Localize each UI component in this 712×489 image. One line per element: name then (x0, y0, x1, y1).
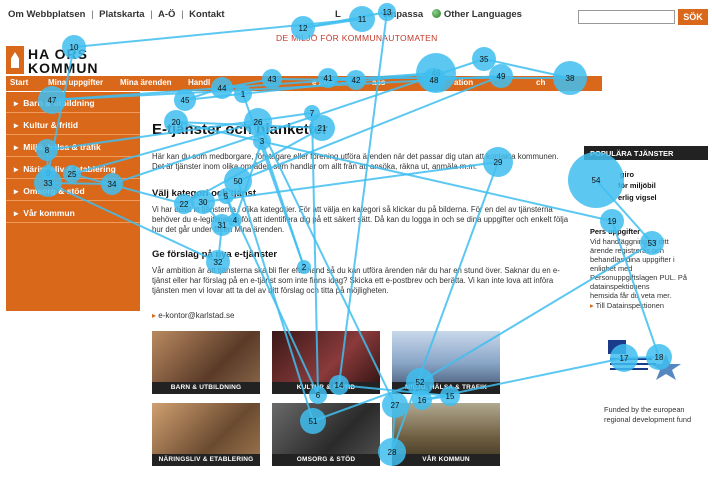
nav-separator: | (181, 9, 184, 20)
sidebar-item-omsorg-stod[interactable]: Omsorg & stöd (6, 180, 140, 201)
fixation-number: 12 (299, 24, 308, 33)
fixation-circle (304, 105, 320, 121)
saccade-line (302, 18, 363, 29)
popular-services-panel: POPULÄRA TJÄNSTER giro för miljöbil erli… (584, 146, 708, 430)
sidebar-item-barn-utbildning[interactable]: Barn & utbildning (6, 92, 140, 113)
personal-data-line: Vid handläggning av ditt (590, 237, 669, 246)
tile-naringsliv-etablering[interactable]: NÄRINGSLIV & ETABLERING (152, 403, 260, 466)
globe-icon (431, 9, 441, 18)
nav-svar[interactable]: e svar (312, 78, 335, 87)
heading-choose-category: Välj kategori och tjänst (152, 188, 256, 199)
interreg-logo[interactable] (604, 336, 686, 388)
tile-caption: MILJÖ, HÄLSA & TRAFIK (392, 382, 500, 394)
tile-caption: BARN & UTBILDNING (152, 382, 260, 394)
anpassa-link[interactable]: Anpassa (384, 9, 424, 20)
link-a-o[interactable]: A-Ö (158, 9, 175, 20)
eu-funding-line: regional development fund (604, 415, 692, 424)
popular-service-item[interactable]: för miljöbil (618, 181, 656, 190)
heading-suggest-service: Ge förslag på nya e-tjänster (152, 249, 278, 260)
intro-text: Här kan du som medborgare, företagare el… (152, 152, 559, 171)
sidebar-item-var-kommun[interactable]: Vår kommun (6, 202, 140, 223)
tile-var-kommun[interactable]: VÅR KOMMUN (392, 403, 500, 466)
eu-funding-line: Funded by the european (604, 405, 685, 414)
tagline: DE MILJÖ FÖR KOMMUNAUTOMATEN (276, 33, 438, 43)
sidebar-item-naringsliv-etablering[interactable]: Näringsliv & etablering (6, 158, 140, 179)
tile-caption: OMSORG & STÖD (272, 454, 380, 466)
nav-handla[interactable]: Handl (188, 78, 210, 87)
personal-data-line: Personuppgiftslagen PUL. På (590, 273, 687, 282)
popular-service-item[interactable]: erlig vigsel (618, 193, 657, 202)
saccade-line (421, 395, 451, 401)
personal-data-line: behandlas dina uppgifter i (590, 255, 675, 264)
tile-caption: VÅR KOMMUN (392, 454, 500, 466)
nav-english[interactable]: ch (536, 78, 545, 87)
utility-nav: Om Webbplatsen | Platskarta | A-Ö | Kont… (8, 9, 225, 20)
fixation-number: 35 (480, 55, 489, 64)
link-om-webbplatsen[interactable]: Om Webbplatsen (8, 9, 85, 20)
interreg-logo-icon (604, 336, 686, 388)
fixation-circle (174, 89, 196, 111)
tile-miljo-halsa-trafik[interactable]: MILJÖ, HÄLSA & TRAFIK (392, 331, 500, 394)
personal-data-line: enlighet med (590, 264, 633, 273)
nav-mina-uppgifter[interactable]: Mina uppgifter (48, 78, 103, 87)
nav-separator: | (91, 9, 94, 20)
listen-link[interactable]: L (335, 9, 341, 20)
tile-barn-utbildning[interactable]: BARN & UTBILDNING (152, 331, 260, 394)
logo-line-2: KOMMUN (28, 60, 99, 76)
popular-service-item[interactable]: giro (620, 170, 634, 179)
personal-data-line: hemsida får du veta mer. (590, 291, 672, 300)
gaze-fixation-7: 7 (304, 105, 320, 121)
nav-start[interactable]: Start (10, 78, 28, 87)
fixation-number: 3 (260, 137, 265, 146)
saccade-line (338, 11, 388, 386)
popular-services-header: POPULÄRA TJÄNSTER (584, 146, 708, 160)
fixation-number: 45 (181, 96, 190, 105)
link-platskarta[interactable]: Platskarta (99, 9, 144, 20)
personal-data-line: ärende registreras och (590, 246, 664, 255)
logo-mark-icon (6, 46, 24, 74)
fixation-number: 1 (241, 90, 246, 99)
other-languages-link[interactable]: Other Languages (444, 9, 522, 20)
email-link[interactable]: e-kontor@karlstad.se (152, 311, 234, 320)
fixation-number: 7 (310, 109, 315, 118)
nav-separator: | (150, 9, 153, 20)
sidebar-item-miljo-halsa-trafik[interactable]: Miljö, hälsa & trafik (6, 136, 140, 157)
datainspektionen-link[interactable]: Till Datainspektionen (590, 301, 664, 310)
search-input[interactable] (578, 10, 675, 24)
tile-caption: KULTUR & FRITID (272, 382, 380, 394)
saccade-line (242, 93, 305, 268)
gaze-fixation-35: 35 (472, 47, 496, 71)
sidebar-item-kultur-fritid[interactable]: Kultur & fritid (6, 114, 140, 135)
utility-links-right: L Anpassa Other Languages (335, 9, 522, 20)
search-button[interactable]: SÖK (678, 9, 708, 25)
suggest-service-text: Vår ambition är att tjänsterna ska bli f… (152, 266, 560, 295)
municipality-logo[interactable]: HA ORS KOMMUN (6, 44, 126, 78)
tile-kultur-fritid[interactable]: KULTUR & FRITID (272, 331, 380, 394)
gaze-fixation-45: 45 (174, 89, 196, 111)
main-nav: Start Mina uppgifter Mina ärenden Handl … (6, 76, 602, 91)
page-title: E-tjänster och blanketter (152, 121, 328, 138)
tile-omsorg-stod[interactable]: OMSORG & STÖD (272, 403, 380, 466)
fixation-circle (472, 47, 496, 71)
fixation-number: 50 (234, 177, 243, 186)
nav-mina-arenden[interactable]: Mina ärenden (120, 78, 172, 87)
choose-category-text: Vi har delat in tjänsterna i olika kateg… (152, 205, 569, 234)
nav-pass[interactable]: ass (372, 78, 385, 87)
tile-caption: NÄRINGSLIV & ETABLERING (152, 454, 260, 466)
eu-funding-text: Funded by the european regional developm… (604, 405, 691, 425)
nav-information[interactable]: ation (454, 78, 473, 87)
link-kontakt[interactable]: Kontakt (189, 9, 224, 20)
personal-data-line: datainspektionens (590, 282, 650, 291)
personal-data-heading: Pers uppgifter (590, 227, 641, 236)
category-sidebar: Barn & utbildning Kultur & fritid Miljö,… (6, 92, 140, 311)
